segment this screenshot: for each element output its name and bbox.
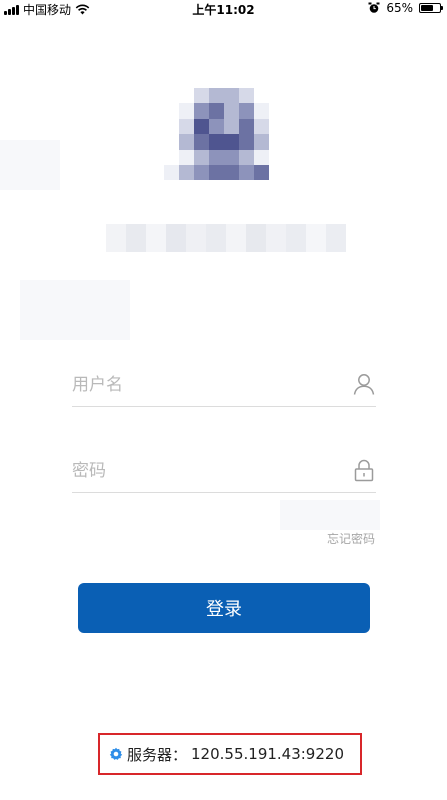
login-button[interactable]: 登录 bbox=[78, 583, 370, 633]
logo-pixel bbox=[269, 134, 284, 150]
app-name-pixel bbox=[206, 224, 226, 252]
logo-pixel bbox=[269, 180, 284, 196]
logo-pixel bbox=[179, 118, 194, 135]
logo-pixel bbox=[239, 103, 254, 119]
logo-pixel bbox=[239, 134, 254, 150]
logo-pixel bbox=[164, 180, 179, 196]
logo-pixel bbox=[239, 180, 254, 196]
status-bar: 中国移动 上午11:02 65% bbox=[0, 0, 447, 18]
app-name-pixel bbox=[306, 224, 326, 252]
logo-pixel bbox=[224, 149, 239, 165]
logo-pixel bbox=[269, 118, 284, 135]
logo-pixel bbox=[254, 134, 269, 150]
logo-pixel bbox=[254, 103, 269, 119]
server-address: 120.55.191.43:9220 bbox=[191, 745, 344, 763]
app-name-pixel bbox=[226, 224, 246, 252]
logo-pixel bbox=[194, 88, 209, 104]
logo-pixel bbox=[254, 88, 269, 104]
background-blur bbox=[20, 280, 130, 340]
user-icon bbox=[353, 374, 375, 395]
app-name-pixel bbox=[166, 224, 186, 252]
status-right: 65% bbox=[368, 1, 443, 15]
logo-pixel bbox=[164, 103, 179, 119]
logo-pixel bbox=[179, 149, 194, 165]
app-name-pixel bbox=[106, 224, 126, 252]
logo-pixel bbox=[194, 134, 209, 150]
forgot-password-link[interactable]: 忘记密码 bbox=[327, 530, 375, 547]
logo-pixel bbox=[224, 134, 239, 150]
logo-pixel bbox=[164, 149, 179, 165]
logo-pixel bbox=[239, 149, 254, 165]
logo-pixel bbox=[224, 88, 239, 104]
logo-pixel bbox=[224, 164, 239, 181]
password-field bbox=[72, 452, 376, 493]
app-name-pixel bbox=[146, 224, 166, 252]
logo-pixel bbox=[194, 180, 209, 196]
logo-pixel bbox=[209, 164, 224, 181]
logo-pixel bbox=[194, 103, 209, 119]
logo-pixel bbox=[224, 180, 239, 196]
login-screen: 中国移动 上午11:02 65% 用户名 忘记密码 登录 服务器： 120.55… bbox=[0, 0, 447, 800]
lock-icon bbox=[354, 459, 374, 482]
logo-pixel bbox=[179, 103, 194, 119]
logo-pixel bbox=[179, 88, 194, 104]
logo-pixel bbox=[209, 149, 224, 165]
logo-pixel bbox=[164, 134, 179, 150]
logo-pixel bbox=[239, 88, 254, 104]
logo-pixel bbox=[209, 103, 224, 119]
logo-pixel bbox=[239, 118, 254, 135]
logo-pixel bbox=[269, 164, 284, 181]
logo-pixel bbox=[209, 88, 224, 104]
logo-pixel bbox=[254, 164, 269, 181]
logo-pixel bbox=[179, 180, 194, 196]
app-name-pixel bbox=[326, 224, 346, 252]
logo-pixel bbox=[269, 103, 284, 119]
logo-pixel bbox=[269, 149, 284, 165]
logo-pixel bbox=[164, 164, 179, 181]
logo-pixel bbox=[194, 149, 209, 165]
logo-pixel bbox=[179, 164, 194, 181]
logo-pixel bbox=[209, 180, 224, 196]
logo-pixel bbox=[254, 180, 269, 196]
battery-icon bbox=[419, 3, 443, 13]
logo-pixel bbox=[254, 149, 269, 165]
logo-pixel bbox=[254, 118, 269, 135]
logo-pixel bbox=[209, 134, 224, 150]
server-label: 服务器： bbox=[127, 745, 188, 764]
logo-pixel bbox=[164, 118, 179, 135]
username-input[interactable] bbox=[72, 370, 342, 400]
logo-pixel bbox=[194, 118, 209, 135]
logo-pixel bbox=[179, 134, 194, 150]
app-logo bbox=[164, 88, 284, 196]
app-name-pixelated bbox=[106, 224, 346, 252]
logo-pixel bbox=[269, 88, 284, 104]
logo-pixel bbox=[194, 164, 209, 181]
password-input[interactable] bbox=[72, 456, 342, 486]
app-name-pixel bbox=[266, 224, 286, 252]
background-blur bbox=[280, 500, 380, 530]
server-address-box[interactable]: 服务器： 120.55.191.43:9220 bbox=[98, 733, 362, 775]
logo-pixel bbox=[239, 164, 254, 181]
background-blur bbox=[0, 140, 60, 190]
app-name-pixel bbox=[126, 224, 146, 252]
app-name-pixel bbox=[186, 224, 206, 252]
battery-percent: 65% bbox=[386, 1, 413, 15]
logo-pixel bbox=[224, 103, 239, 119]
app-name-pixel bbox=[286, 224, 306, 252]
logo-pixel bbox=[224, 118, 239, 135]
battery-fill bbox=[421, 5, 433, 11]
gear-icon bbox=[109, 747, 123, 760]
alarm-icon bbox=[368, 2, 380, 13]
logo-pixel bbox=[164, 88, 179, 104]
logo-pixel bbox=[209, 118, 224, 135]
username-field bbox=[72, 366, 376, 407]
app-name-pixel bbox=[246, 224, 266, 252]
